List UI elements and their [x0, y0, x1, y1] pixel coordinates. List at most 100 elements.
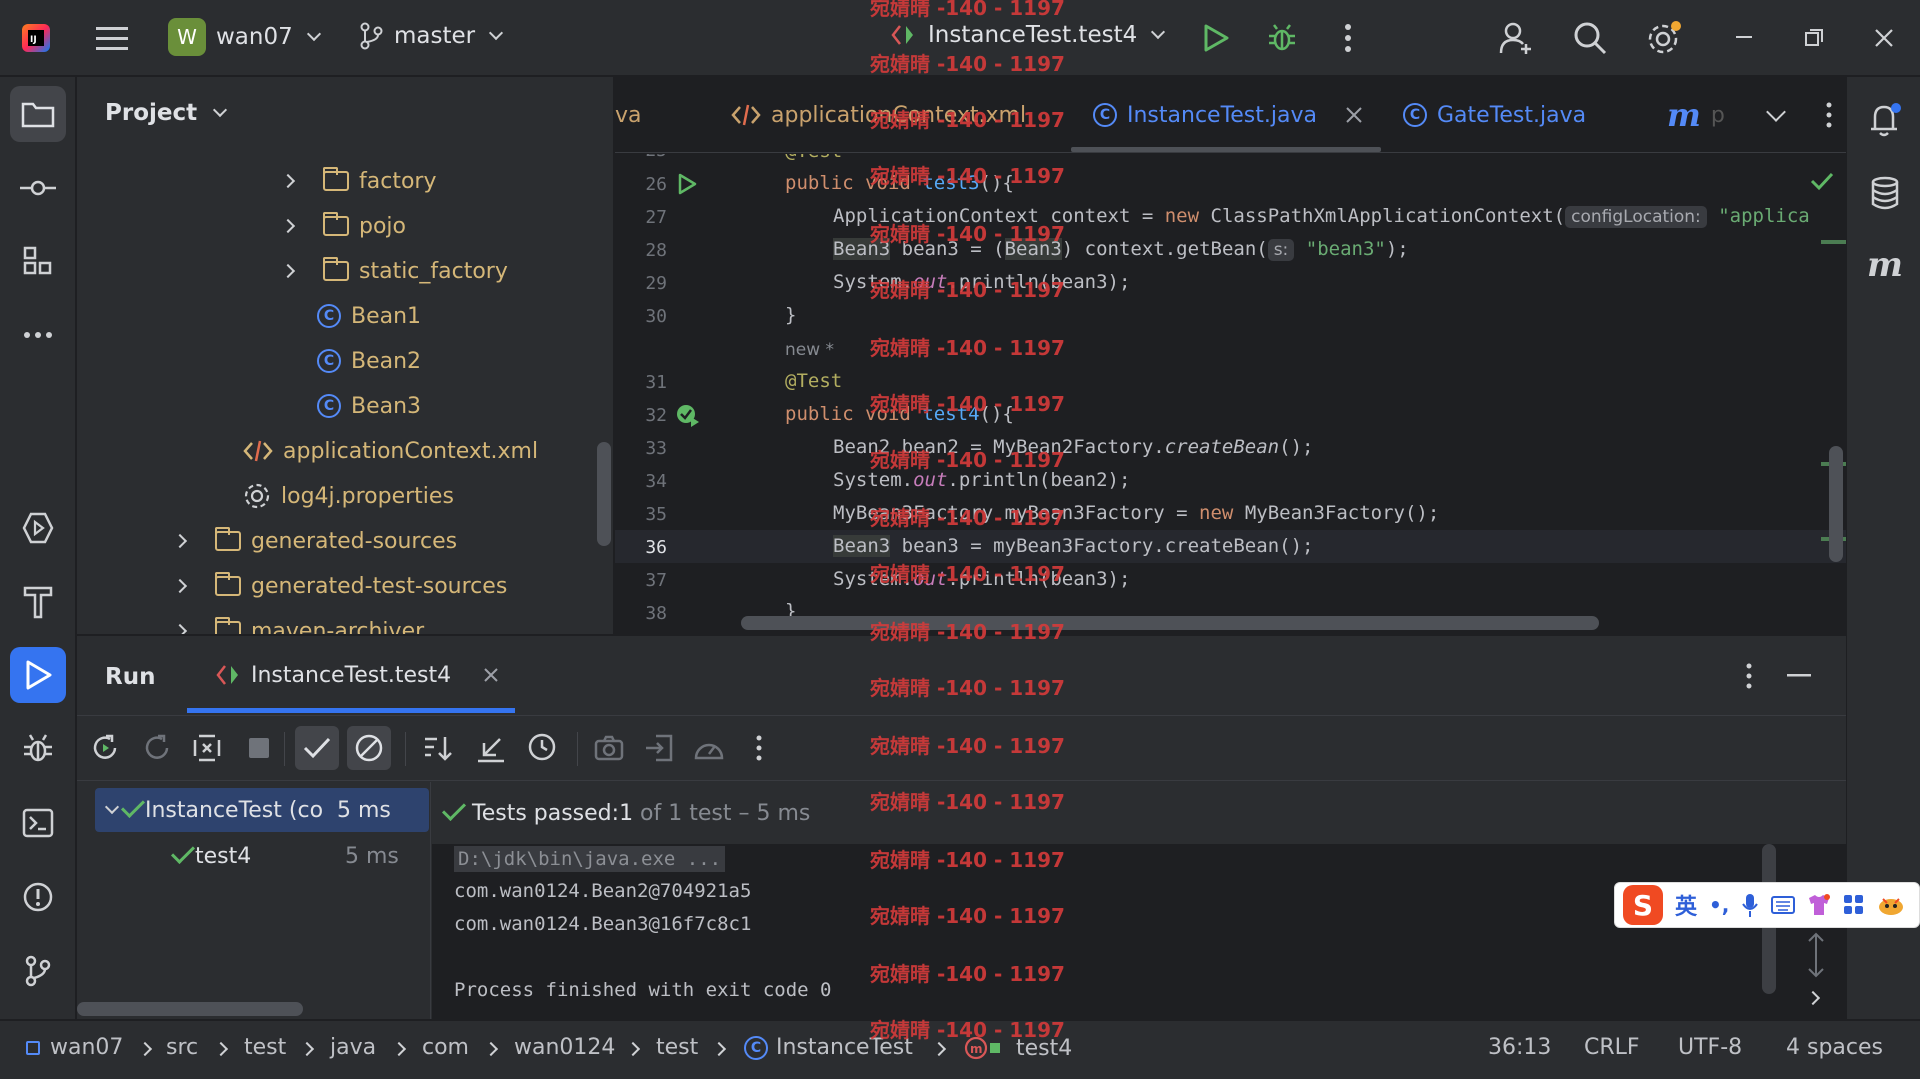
show-passed-toggle[interactable] [295, 726, 339, 770]
code-vision-hint[interactable]: new * [785, 340, 834, 360]
problems-tool-button[interactable] [10, 869, 66, 925]
tree-item-bean1[interactable]: C Bean1 [317, 298, 421, 334]
show-ignored-toggle[interactable] [347, 726, 391, 770]
test-tree-root[interactable]: InstanceTest (co 5 ms [95, 788, 429, 832]
hide-panel-button[interactable] [1781, 658, 1817, 694]
sort-alphabetically-button[interactable] [421, 730, 457, 766]
tab-more-button[interactable] [1811, 97, 1847, 133]
tab-maven-partial[interactable]: m p [1667, 77, 1725, 153]
skin-icon[interactable] [1807, 894, 1831, 916]
restore-button[interactable] [1796, 22, 1832, 54]
tree-item-pojo[interactable]: pojo [280, 208, 406, 244]
debug-button[interactable] [1262, 18, 1302, 58]
run-test3-gutter-button[interactable] [675, 172, 699, 202]
test-tree-item-test4[interactable]: test4 5 ms [170, 834, 423, 878]
breadcrumb-separator [391, 1035, 407, 1060]
microphone-icon[interactable] [1741, 892, 1759, 918]
commit-tool-button[interactable] [10, 160, 66, 216]
snapshot-button[interactable] [591, 730, 627, 766]
editor-vertical-scrollbar[interactable] [1829, 446, 1843, 562]
debug-tool-button[interactable] [10, 721, 66, 777]
git-tool-button[interactable] [10, 943, 66, 999]
breadcrumb-com[interactable]: com [422, 1035, 469, 1060]
tree-item-static-factory[interactable]: static_factory [280, 253, 508, 289]
breadcrumb-java[interactable]: java [330, 1035, 376, 1060]
build-tool-button[interactable] [10, 574, 66, 630]
services-tool-button[interactable] [10, 500, 66, 556]
tree-item-bean3[interactable]: C Bean3 [317, 388, 421, 424]
keyboard-icon[interactable] [1771, 895, 1796, 915]
breadcrumb-src[interactable]: src [166, 1035, 198, 1060]
more-actions-button[interactable] [1328, 18, 1368, 58]
settings-button[interactable] [1642, 16, 1686, 60]
branch-switcher[interactable]: master [358, 22, 504, 50]
more-vertical-icon [1345, 24, 1351, 52]
problems-icon [23, 882, 53, 912]
add-user-button[interactable] [1494, 16, 1538, 60]
tree-item-label: generated-sources [251, 528, 458, 554]
collapse-all-button[interactable] [473, 730, 509, 766]
run-button[interactable] [1196, 18, 1236, 58]
scroll-down-arrow[interactable] [1806, 946, 1826, 986]
more-tools-button[interactable] [10, 307, 66, 363]
minimize-button[interactable] [1726, 22, 1762, 54]
notifications-button[interactable] [1857, 92, 1913, 148]
breadcrumb-package[interactable]: wan0124 [514, 1035, 615, 1060]
tab-partial[interactable]: va [615, 77, 642, 153]
close-tab-icon[interactable] [483, 667, 499, 683]
terminal-tool-button[interactable] [10, 795, 66, 851]
line-separator[interactable]: CRLF [1584, 1035, 1640, 1060]
rerun-button[interactable] [87, 730, 123, 766]
main-menu-icon[interactable] [92, 20, 132, 56]
run-panel-more-button[interactable] [1731, 658, 1767, 694]
file-encoding[interactable]: UTF-8 [1678, 1035, 1742, 1060]
close-tab-icon[interactable] [1345, 106, 1363, 124]
run-config-selector[interactable]: InstanceTest.test4 [890, 22, 1166, 48]
mascot-icon[interactable] [1877, 894, 1905, 916]
breadcrumb-test-package[interactable]: test [656, 1035, 698, 1060]
sogou-logo-icon[interactable]: S [1623, 885, 1663, 925]
stop-button[interactable] [241, 730, 277, 766]
coverage-button[interactable] [691, 730, 727, 766]
tree-item-maven-archiver[interactable]: maven-archiver [172, 613, 424, 634]
tree-item-generated-test-sources[interactable]: generated-test-sources [172, 568, 507, 604]
tree-item-generated-sources[interactable]: generated-sources [172, 523, 458, 559]
rerun-failed-button[interactable] [139, 730, 175, 766]
expand-console-button[interactable] [1805, 984, 1821, 1009]
close-window-button[interactable] [1866, 22, 1902, 54]
database-button[interactable] [1857, 165, 1913, 221]
test-tree-scrollbar[interactable] [77, 1002, 303, 1016]
breadcrumb-project[interactable]: wan07 [26, 1035, 123, 1060]
run-tool-button[interactable] [10, 647, 66, 703]
toolbox-icon[interactable] [1843, 894, 1865, 916]
inspection-ok-icon[interactable] [1809, 170, 1835, 198]
indent-setting[interactable]: 4 spaces [1786, 1035, 1883, 1060]
project-panel-header[interactable]: Project [105, 100, 228, 126]
folder-icon [323, 212, 349, 236]
tree-item-factory[interactable]: factory [280, 163, 436, 199]
tab-gate-test[interactable]: C GateTest.java [1403, 77, 1586, 153]
maven-button[interactable]: m [1857, 237, 1913, 293]
ime-punctuation-toggle[interactable]: •, [1709, 893, 1729, 917]
project-switcher[interactable]: W wan07 [168, 18, 321, 56]
structure-tool-button[interactable] [10, 233, 66, 289]
sort-by-duration-button[interactable] [525, 730, 561, 766]
toggle-auto-test-button[interactable] [189, 730, 225, 766]
tab-instance-test[interactable]: C InstanceTest.java [1093, 77, 1363, 153]
ime-language-toggle[interactable]: 英 [1675, 889, 1697, 921]
breadcrumb-test[interactable]: test [244, 1035, 286, 1060]
import-tests-button[interactable] [641, 730, 677, 766]
tab-list-button[interactable] [1755, 97, 1791, 133]
run-test4-gutter-button[interactable] [675, 403, 701, 435]
run-tab-instance-test[interactable]: InstanceTest.test4 [215, 662, 499, 688]
toolbar-more-button[interactable] [741, 730, 777, 766]
tree-item-application-context[interactable]: applicationContext.xml [243, 433, 538, 469]
project-tool-button[interactable] [10, 86, 66, 142]
console-command-line[interactable]: D:\jdk\bin\java.exe ... [454, 846, 726, 872]
project-scrollbar[interactable] [597, 442, 611, 546]
search-button[interactable] [1568, 16, 1612, 60]
tree-item-log4j[interactable]: log4j.properties [243, 478, 454, 514]
caret-position[interactable]: 36:13 [1488, 1035, 1551, 1060]
tree-item-bean2[interactable]: C Bean2 [317, 343, 421, 379]
code-editor[interactable]: 25 26 27 28 29 30 31 32 33 34 35 36 37 3… [615, 154, 1846, 634]
